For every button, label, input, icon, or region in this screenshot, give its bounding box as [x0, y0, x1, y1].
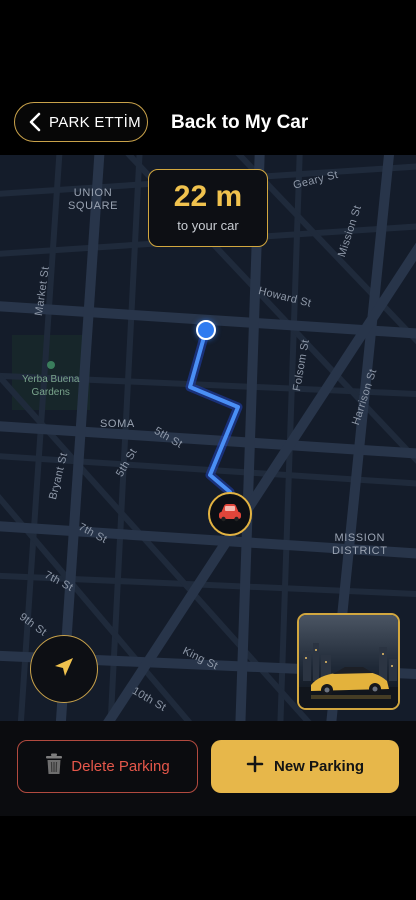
back-button[interactable]: PARK ETTİM	[14, 102, 148, 142]
district-label: UNION SQUARE	[68, 187, 119, 212]
back-button-label: PARK ETTİM	[49, 113, 141, 131]
district-label: SOMA	[100, 418, 135, 430]
delete-parking-button[interactable]: Delete Parking	[17, 740, 198, 793]
distance-card: 22 m to your car	[148, 169, 268, 247]
recenter-button[interactable]	[30, 635, 98, 703]
distance-value: 22 m	[173, 180, 243, 213]
car-location-pin[interactable]	[208, 492, 252, 536]
new-parking-label: New Parking	[273, 758, 365, 775]
footer-area	[0, 816, 416, 900]
new-parking-button[interactable]: New Parking	[211, 740, 399, 793]
plus-icon	[246, 755, 264, 778]
distance-caption: to your car	[177, 218, 239, 233]
car-photo-image	[299, 615, 398, 708]
page-title: Back to My Car	[171, 112, 309, 133]
action-bar: Delete Parking New Parking	[0, 721, 416, 816]
car-photo[interactable]	[297, 613, 400, 710]
district-label: MISSION DISTRICT	[332, 532, 388, 557]
chevron-left-icon	[21, 103, 49, 141]
delete-parking-label: Delete Parking	[71, 758, 170, 775]
park-label: Yerba Buena Gardens	[22, 374, 80, 398]
map-view[interactable]: Geary St Mission St Howard St Market St …	[0, 155, 416, 721]
current-location-marker	[196, 320, 216, 340]
car-icon	[217, 502, 243, 527]
trash-icon	[45, 753, 63, 780]
header: PARK ETTİM Back to My Car	[0, 0, 416, 155]
location-arrow-icon	[52, 655, 76, 684]
